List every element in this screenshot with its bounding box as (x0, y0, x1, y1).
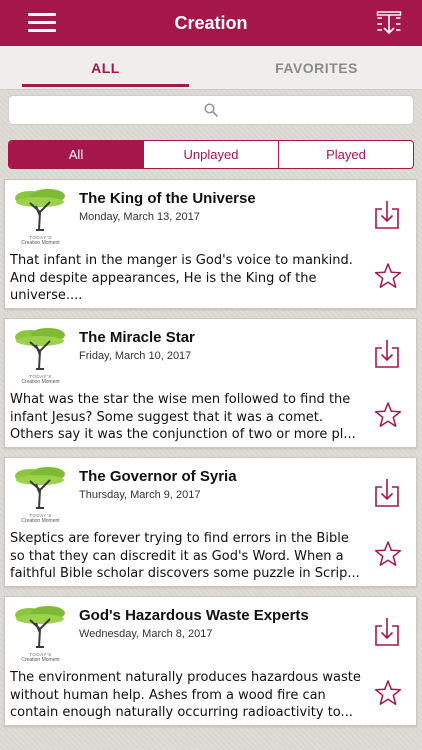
episode-description: Skeptics are forever trying to find erro… (10, 531, 360, 581)
episode-thumbnail: TODAY'S Creation Moment (10, 325, 71, 386)
episode-date: Wednesday, March 8, 2017 (79, 628, 213, 640)
episode-title: God's Hazardous Waste Experts (79, 607, 309, 624)
search-input[interactable] (8, 95, 414, 125)
episode-card[interactable]: TODAY'S Creation Moment The Governor of … (4, 457, 417, 587)
tab-favorites[interactable]: FAVORITES (211, 46, 422, 89)
episode-title: The King of the Universe (79, 190, 256, 207)
logo-line-2: Creation Moment (21, 240, 60, 246)
download-icon[interactable] (374, 478, 400, 508)
acacia-tree-logo (15, 467, 65, 509)
tab-bar: ALL FAVORITES (0, 46, 422, 90)
episode-card[interactable]: TODAY'S Creation Moment The King of the … (4, 179, 417, 309)
favorite-star-icon[interactable] (374, 262, 402, 290)
episode-thumbnail: TODAY'S Creation Moment (10, 464, 71, 525)
download-icon[interactable] (374, 339, 400, 369)
logo-line-2: Creation Moment (21, 657, 60, 663)
episode-thumbnail: TODAY'S Creation Moment (10, 186, 71, 247)
episode-description: What was the star the wise men followed … (10, 392, 356, 442)
episode-title: The Governor of Syria (79, 468, 237, 485)
hamburger-menu-icon[interactable] (28, 13, 56, 33)
sort-download-icon[interactable] (376, 10, 402, 36)
tab-all[interactable]: ALL (0, 46, 211, 89)
episode-date: Friday, March 10, 2017 (79, 350, 192, 362)
acacia-tree-logo (15, 189, 65, 231)
episode-card[interactable]: TODAY'S Creation Moment God's Hazardous … (4, 596, 417, 726)
episode-card[interactable]: TODAY'S Creation Moment The Miracle Star… (4, 318, 417, 448)
filter-segmented-control: All Unplayed Played (8, 140, 414, 169)
filter-all[interactable]: All (9, 141, 143, 168)
download-icon[interactable] (374, 200, 400, 230)
episode-date: Thursday, March 9, 2017 (79, 489, 201, 501)
favorite-star-icon[interactable] (374, 679, 402, 707)
search-icon (204, 103, 218, 117)
acacia-tree-logo (15, 606, 65, 648)
filter-played[interactable]: Played (278, 141, 413, 168)
acacia-tree-logo (15, 328, 65, 370)
favorite-star-icon[interactable] (374, 401, 402, 429)
episode-description: The environment naturally produces hazar… (10, 670, 361, 720)
episode-date: Monday, March 13, 2017 (79, 211, 200, 223)
logo-line-2: Creation Moment (21, 518, 60, 524)
episode-thumbnail: TODAY'S Creation Moment (10, 603, 71, 664)
download-icon[interactable] (374, 617, 400, 647)
app-header: Creation (0, 0, 422, 46)
episode-title: The Miracle Star (79, 329, 195, 346)
favorite-star-icon[interactable] (374, 540, 402, 568)
page-title: Creation (174, 12, 248, 33)
episode-description: That infant in the manger is God's voice… (10, 253, 353, 303)
filter-unplayed[interactable]: Unplayed (143, 141, 278, 168)
logo-line-2: Creation Moment (21, 379, 60, 385)
